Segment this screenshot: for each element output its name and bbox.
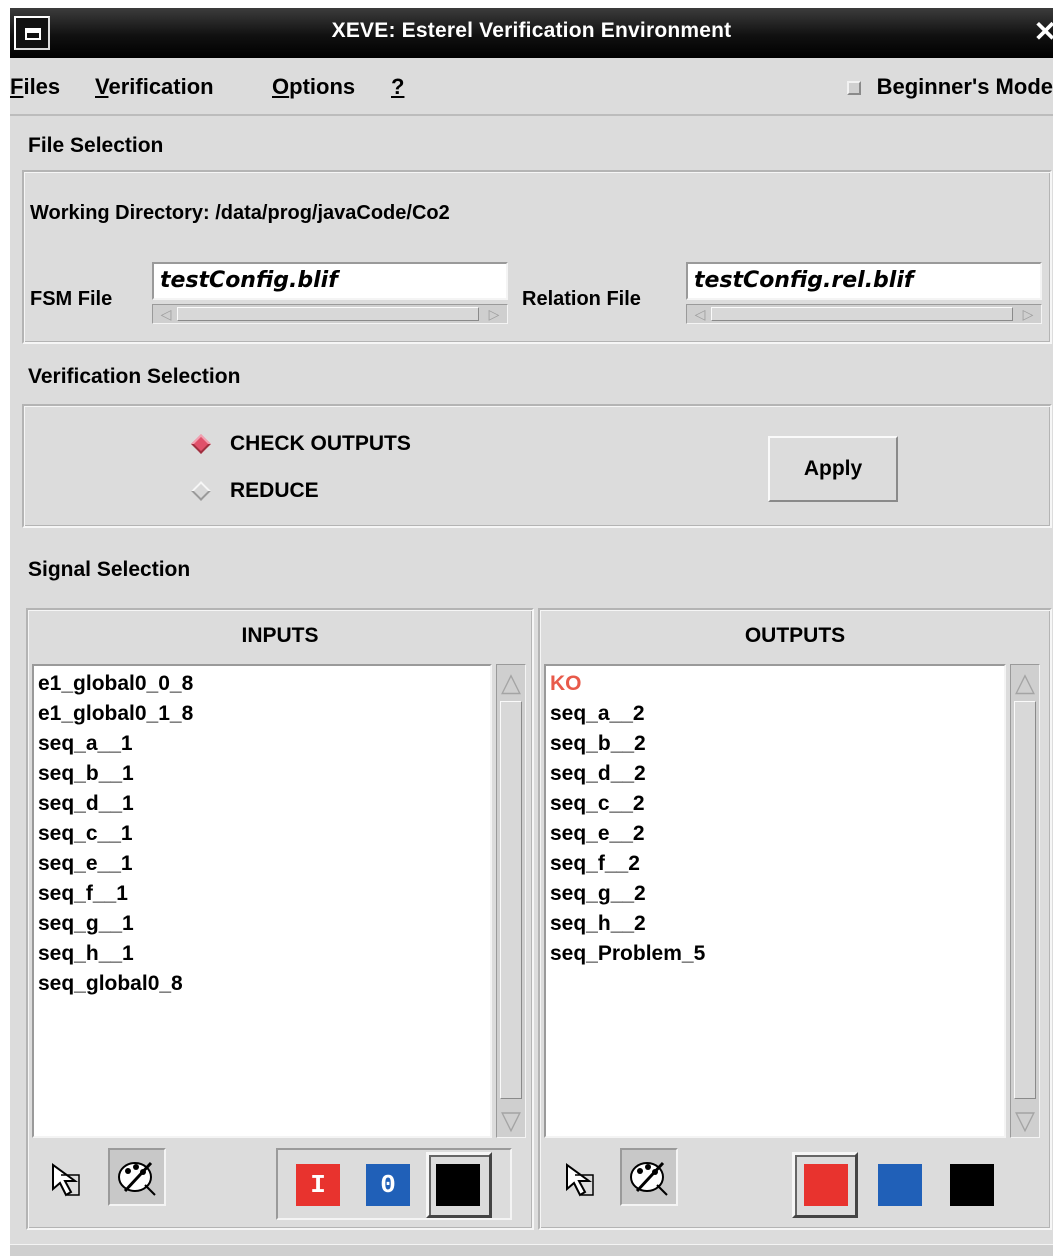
menu-bar: Files Verification Options ? Beginner's … [10, 58, 1053, 116]
list-item[interactable]: seq_Problem_5 [550, 939, 705, 969]
menu-files[interactable]: Files [10, 74, 60, 100]
inputs-list[interactable]: e1_global0_0_8 e1_global0_1_8 seq_a__1 s… [32, 664, 492, 1138]
relation-file-scrollbar[interactable]: ◁ ▷ [686, 304, 1042, 324]
scroll-up-icon[interactable]: △ [1012, 667, 1038, 697]
list-item[interactable]: KO [550, 669, 582, 699]
beginner-mode-toggle[interactable]: Beginner's Mode [846, 74, 1053, 100]
verification-selection-heading: Verification Selection [28, 365, 241, 388]
fsm-file-scrollbar[interactable]: ◁ ▷ [152, 304, 508, 324]
title-bar: XEVE: Esterel Verification Environment ✕ [10, 8, 1053, 58]
fsm-file-label: FSM File [30, 288, 113, 310]
inputs-header: INPUTS [241, 624, 319, 647]
scroll-thumb[interactable] [500, 701, 522, 1099]
scroll-left-icon[interactable]: ◁ [155, 306, 177, 322]
scroll-down-icon[interactable]: ▽ [1012, 1105, 1038, 1135]
beginner-mode-label: Beginner's Mode [876, 74, 1053, 99]
list-item[interactable]: seq_g__1 [38, 909, 134, 939]
list-item[interactable]: seq_b__2 [550, 729, 646, 759]
radio-unselected-icon[interactable] [191, 481, 211, 501]
relation-file-field[interactable]: testConfig.rel.blif [686, 262, 1042, 300]
list-item[interactable]: seq_d__2 [550, 759, 646, 789]
radio-reduce[interactable]: REDUCE [191, 479, 319, 503]
list-item[interactable]: seq_a__2 [550, 699, 645, 729]
list-item[interactable]: seq_d__1 [38, 789, 134, 819]
palette-brush-icon[interactable] [620, 1148, 678, 1206]
scroll-left-icon[interactable]: ◁ [689, 306, 711, 322]
list-item[interactable]: seq_a__1 [38, 729, 133, 759]
radio-selected-icon[interactable] [191, 434, 211, 454]
list-item[interactable]: seq_b__1 [38, 759, 134, 789]
pointer-arrow-icon[interactable] [554, 1152, 612, 1210]
file-selection-heading: File Selection [28, 134, 164, 157]
scroll-thumb[interactable] [711, 307, 1013, 321]
list-item[interactable]: e1_global0_1_8 [38, 699, 193, 729]
outputs-swatch-black[interactable] [950, 1164, 994, 1206]
working-directory-value: /data/prog/javaCode/Co2 [215, 202, 450, 224]
beginner-mode-checkbox[interactable] [846, 81, 861, 95]
relation-file-label: Relation File [522, 288, 641, 310]
list-item[interactable]: seq_f__1 [38, 879, 128, 909]
menu-options[interactable]: Options [272, 74, 355, 100]
window-title: XEVE: Esterel Verification Environment [331, 19, 732, 42]
inputs-swatch-red[interactable]: I [296, 1164, 340, 1206]
apply-button[interactable]: Apply [768, 436, 898, 502]
inputs-swatch-black[interactable] [436, 1164, 480, 1206]
scroll-up-icon[interactable]: △ [498, 667, 524, 697]
palette-brush-icon[interactable] [108, 1148, 166, 1206]
outputs-header: OUTPUTS [744, 624, 846, 647]
list-item[interactable]: seq_e__1 [38, 849, 133, 879]
fsm-file-field[interactable]: testConfig.blif [152, 262, 508, 300]
list-item[interactable]: seq_c__2 [550, 789, 645, 819]
outputs-scrollbar[interactable]: △ ▽ [1010, 664, 1040, 1138]
main-window: Files Verification Options ? Beginner's … [10, 58, 1053, 1256]
close-icon[interactable]: ✕ [1034, 18, 1053, 46]
scroll-thumb[interactable] [1014, 701, 1036, 1099]
list-item[interactable]: seq_f__2 [550, 849, 640, 879]
inputs-swatch-blue[interactable]: 0 [366, 1164, 410, 1206]
menu-help[interactable]: ? [391, 74, 404, 100]
pointer-arrow-icon[interactable] [40, 1152, 98, 1210]
outputs-list[interactable]: KO seq_a__2 seq_b__2 seq_d__2 seq_c__2 s… [544, 664, 1006, 1138]
signal-selection-heading: Signal Selection [28, 558, 191, 581]
status-strip [10, 1244, 1053, 1256]
radio-check-outputs[interactable]: CHECK OUTPUTS [191, 432, 411, 456]
working-directory-label: Working Directory: /data/prog/javaCode/C… [30, 202, 450, 224]
list-item[interactable]: seq_h__1 [38, 939, 134, 969]
menu-verification[interactable]: Verification [95, 74, 214, 100]
scroll-right-icon[interactable]: ▷ [1017, 306, 1039, 322]
scroll-right-icon[interactable]: ▷ [483, 306, 505, 322]
list-item[interactable]: seq_global0_8 [38, 969, 183, 999]
file-selection-frame: Working Directory: /data/prog/javaCode/C… [22, 170, 1052, 344]
list-item[interactable]: e1_global0_0_8 [38, 669, 193, 699]
scroll-down-icon[interactable]: ▽ [498, 1105, 524, 1135]
outputs-swatch-blue[interactable] [878, 1164, 922, 1206]
inputs-scrollbar[interactable]: △ ▽ [496, 664, 526, 1138]
list-item[interactable]: seq_c__1 [38, 819, 133, 849]
list-item[interactable]: seq_g__2 [550, 879, 646, 909]
scroll-thumb[interactable] [177, 307, 479, 321]
outputs-swatch-red[interactable] [804, 1164, 848, 1206]
list-item[interactable]: seq_h__2 [550, 909, 646, 939]
list-item[interactable]: seq_e__2 [550, 819, 645, 849]
